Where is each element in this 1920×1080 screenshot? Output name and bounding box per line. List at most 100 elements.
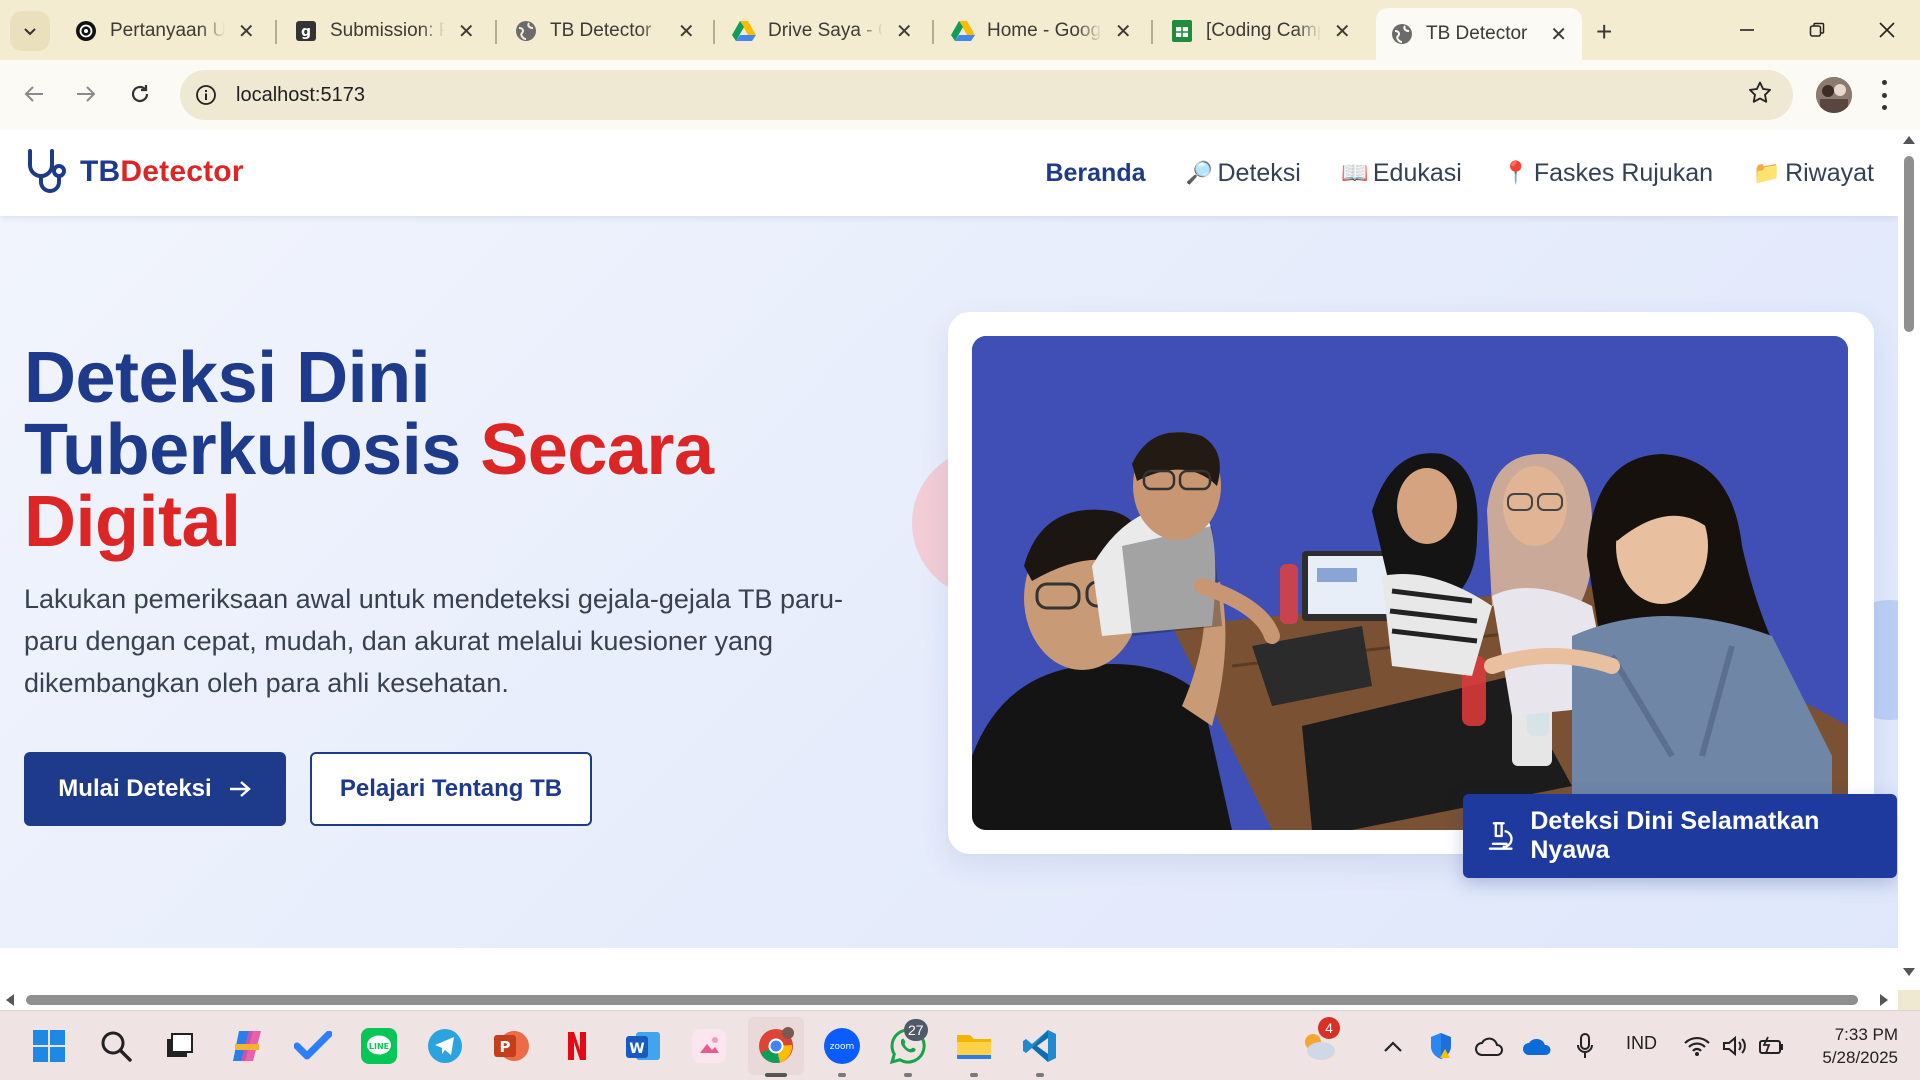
close-icon[interactable]: ✕: [457, 19, 476, 44]
scroll-down-arrow-icon[interactable]: [1903, 968, 1915, 976]
battery-charging-icon[interactable]: [1750, 1025, 1792, 1067]
file-explorer-icon[interactable]: [953, 1025, 995, 1067]
reload-button[interactable]: [118, 72, 162, 116]
browser-tab-active[interactable]: TB Detector ✕: [1376, 8, 1582, 60]
globe-icon: [514, 19, 538, 43]
onedrive-icon[interactable]: [1516, 1025, 1558, 1067]
running-indicator: [838, 1073, 846, 1077]
openai-icon: [74, 19, 98, 43]
tab-divider: [932, 20, 934, 44]
word-icon[interactable]: W: [622, 1025, 664, 1067]
close-window-button[interactable]: [1862, 10, 1912, 50]
browser-tab[interactable]: [Coding Camp ✕: [1156, 8, 1366, 54]
g-logo-icon: g: [294, 19, 318, 43]
site-info-icon[interactable]: [186, 75, 226, 115]
url-text[interactable]: localhost:5173: [236, 84, 365, 107]
tab-search-button[interactable]: [10, 11, 50, 51]
system-clock[interactable]: 7:33 PM 5/28/2025: [1800, 1023, 1898, 1069]
browser-tab[interactable]: Home - Googl ✕: [937, 8, 1147, 54]
browser-tab[interactable]: g Submission: P ✕: [280, 8, 490, 54]
start-detection-button[interactable]: Mulai Deteksi: [24, 752, 286, 826]
avatar-icon: [1816, 77, 1852, 113]
team-photo: [972, 336, 1848, 830]
bookmark-star-icon[interactable]: [1747, 80, 1773, 111]
clock-time: 7:33 PM: [1834, 1025, 1898, 1044]
horizontal-scrollbar[interactable]: [0, 990, 1898, 1010]
hero-image-card: [948, 312, 1874, 854]
defender-shield-icon[interactable]: [1420, 1025, 1462, 1067]
scroll-up-arrow-icon[interactable]: [1903, 136, 1915, 144]
close-icon[interactable]: ✕: [1333, 19, 1352, 44]
browser-tab[interactable]: Drive Saya - G ✕: [718, 8, 928, 54]
nav-item-edukasi[interactable]: 📖 Edukasi: [1341, 159, 1462, 188]
back-button[interactable]: [12, 72, 56, 116]
new-tab-button[interactable]: +: [1596, 16, 1612, 48]
nav-item-faskes-rujukan[interactable]: 📍 Faskes Rujukan: [1502, 159, 1713, 188]
task-view-icon[interactable]: [158, 1025, 200, 1067]
scroll-thumb[interactable]: [1904, 156, 1914, 332]
wifi-icon[interactable]: [1676, 1025, 1718, 1067]
todo-icon[interactable]: [292, 1025, 334, 1067]
vertical-scrollbar[interactable]: [1898, 130, 1920, 990]
google-drive-icon: [951, 19, 975, 43]
svg-text:g: g: [301, 24, 311, 40]
microphone-icon[interactable]: [1564, 1025, 1606, 1067]
photos-icon[interactable]: [688, 1025, 730, 1067]
line-icon[interactable]: LINE: [358, 1025, 400, 1067]
reload-icon: [131, 85, 149, 103]
browser-tab[interactable]: Pertanyaan Ul ✕: [60, 8, 270, 54]
close-icon[interactable]: ✕: [237, 19, 256, 44]
windows-start-icon[interactable]: [28, 1025, 70, 1067]
site-logo[interactable]: TBDetector: [24, 148, 244, 196]
google-sheets-icon: [1170, 19, 1194, 43]
svg-text:W: W: [629, 1041, 644, 1057]
tab-divider: [275, 20, 277, 44]
google-drive-icon: [732, 19, 756, 43]
scroll-left-arrow-icon[interactable]: [6, 994, 14, 1006]
nav-item-deteksi[interactable]: 🔎 Deteksi: [1186, 159, 1301, 188]
powerpoint-icon[interactable]: P: [490, 1025, 532, 1067]
copilot-icon[interactable]: [226, 1025, 268, 1067]
magnifier-icon: 🔎: [1185, 160, 1214, 185]
hero-badge: Deteksi Dini Selamatkan Nyawa: [1463, 794, 1897, 878]
forward-button[interactable]: [64, 72, 108, 116]
site-navbar: TBDetector Beranda 🔎 Deteksi 📖 Edukasi 📍 Fa…: [0, 130, 1898, 216]
running-indicator: [970, 1073, 978, 1077]
hero-title: Deteksi Dini Tuberkulosis Secara Digital: [24, 338, 714, 562]
learn-tb-button[interactable]: Pelajari Tentang TB: [310, 752, 592, 826]
minimize-button[interactable]: [1722, 10, 1772, 50]
close-icon[interactable]: ✕: [1549, 22, 1568, 47]
browser-tab[interactable]: TB Detector ✕: [500, 8, 710, 54]
scroll-thumb[interactable]: [26, 995, 1858, 1005]
chrome-icon[interactable]: [755, 1025, 797, 1067]
close-icon[interactable]: ✕: [677, 19, 696, 44]
running-indicator: [1036, 1073, 1044, 1077]
browser-menu-button[interactable]: [1874, 80, 1894, 110]
browser-toolbar: localhost:5173: [0, 60, 1920, 130]
tab-divider: [1151, 20, 1153, 44]
address-bar[interactable]: localhost:5173: [180, 70, 1793, 120]
chevron-up-icon[interactable]: [1372, 1025, 1414, 1067]
language-indicator[interactable]: IND: [1626, 1033, 1657, 1054]
pin-icon: 📍: [1502, 160, 1530, 185]
telegram-icon[interactable]: [424, 1025, 466, 1067]
close-icon[interactable]: ✕: [895, 19, 914, 44]
vscode-icon[interactable]: [1019, 1025, 1061, 1067]
nav-item-beranda[interactable]: Beranda: [1045, 159, 1145, 188]
running-indicator: [904, 1073, 912, 1077]
running-indicator: [765, 1073, 787, 1077]
scroll-right-arrow-icon[interactable]: [1880, 994, 1888, 1006]
profile-avatar[interactable]: [1816, 77, 1852, 113]
close-icon[interactable]: ✕: [1114, 19, 1133, 44]
tab-title: Home - Googl: [987, 20, 1102, 41]
netflix-icon[interactable]: [556, 1025, 598, 1067]
browser-tab-strip: Pertanyaan Ul ✕ g Submission: P ✕ TB Det…: [0, 0, 1920, 60]
chevron-down-icon: [24, 28, 36, 36]
cloud-outline-icon[interactable]: [1468, 1025, 1510, 1067]
restore-button[interactable]: [1792, 10, 1842, 50]
arrow-right-icon: [77, 86, 96, 102]
zoom-icon[interactable]: zoom: [821, 1025, 863, 1067]
search-icon[interactable]: [95, 1025, 137, 1067]
tab-title: [Coding Camp: [1206, 20, 1321, 41]
nav-item-riwayat[interactable]: 📁 Riwayat: [1753, 159, 1874, 188]
